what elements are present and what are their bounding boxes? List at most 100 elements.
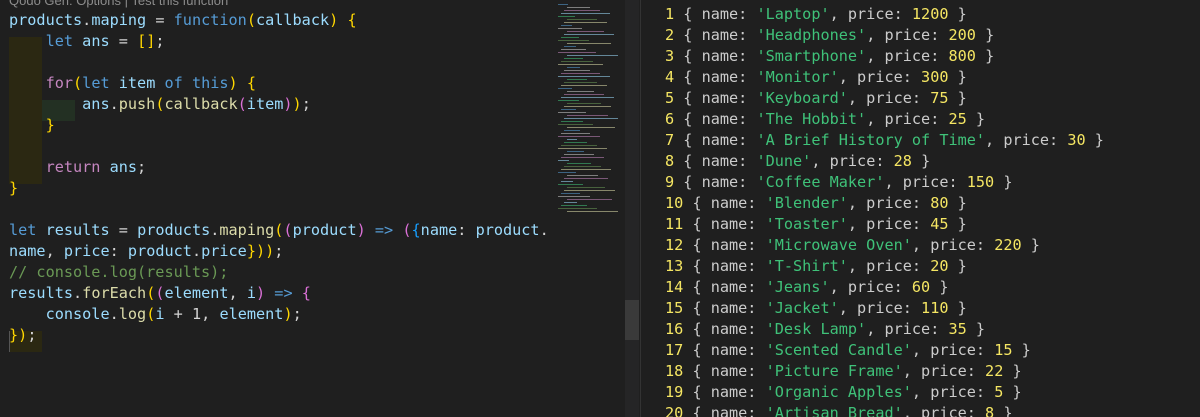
minimap-line <box>564 10 600 11</box>
code-line[interactable]: results.forEach((element, i) => { <box>9 283 311 304</box>
line-index: 3 <box>665 47 675 65</box>
terminal-line: 5 { name: 'Keyboard', price: 75 } <box>665 89 967 107</box>
code-line[interactable]: return ans; <box>9 157 147 178</box>
item-name: 'Jacket' <box>765 299 839 317</box>
minimap-line <box>564 130 580 131</box>
line-index: 8 <box>665 152 675 170</box>
terminal-line: 19 { name: 'Organic Apples', price: 5 } <box>665 383 1022 401</box>
terminal-line: 15 { name: 'Jacket', price: 110 } <box>665 299 967 317</box>
terminal-line: 6 { name: 'The Hobbit', price: 25 } <box>665 110 986 128</box>
minimap-line <box>567 139 577 140</box>
line-index: 5 <box>665 89 675 107</box>
item-price: 30 <box>1067 131 1086 149</box>
minimap-line <box>558 4 568 5</box>
item-name: 'Scented Candle' <box>765 341 912 359</box>
minimap[interactable] <box>558 0 620 417</box>
minimap-line <box>558 172 576 173</box>
item-name: 'Dune' <box>756 152 812 170</box>
minimap-line <box>567 43 611 44</box>
minimap-line <box>564 46 576 47</box>
item-price: 300 <box>921 68 949 86</box>
code-editor[interactable]: Qodo Gen: Options | Test this function p… <box>0 0 555 417</box>
terminal-line: 10 { name: 'Blender', price: 80 } <box>665 194 967 212</box>
code-line[interactable]: }); <box>9 325 36 346</box>
terminal-line: 4 { name: 'Monitor', price: 300 } <box>665 68 967 86</box>
minimap-line <box>561 169 611 170</box>
item-price: 45 <box>930 215 949 233</box>
code-line[interactable]: let results = products.maping((product) … <box>9 220 549 241</box>
item-name: 'Monitor' <box>756 68 839 86</box>
code-line[interactable]: console.log(i + 1, element); <box>9 304 302 325</box>
terminal-line: 20 { name: 'Artisan Bread', price: 8 } <box>665 403 1013 417</box>
minimap-line <box>564 82 597 83</box>
minimap-line <box>561 145 597 146</box>
minimap-line <box>564 58 583 59</box>
terminal-line: 14 { name: 'Jeans', price: 60 } <box>665 278 949 296</box>
minimap-line <box>564 70 590 71</box>
minimap-line <box>561 61 593 62</box>
line-index: 12 <box>665 236 684 254</box>
line-index: 20 <box>665 404 684 417</box>
item-name: 'Coffee Maker' <box>756 173 885 191</box>
item-name: 'Headphones' <box>756 26 867 44</box>
minimap-line <box>561 25 572 26</box>
item-name: 'Toaster' <box>765 215 848 233</box>
item-price: 8 <box>985 404 995 417</box>
minimap-line <box>558 124 593 125</box>
minimap-line <box>558 148 607 149</box>
code-line[interactable]: let ans = []; <box>9 31 165 52</box>
minimap-line <box>558 100 579 101</box>
item-price: 1200 <box>911 5 949 23</box>
scrollbar-thumb[interactable] <box>625 300 639 340</box>
item-name: 'Desk Lamp' <box>765 320 867 338</box>
line-index: 18 <box>665 362 684 380</box>
minimap-line <box>558 28 582 29</box>
item-price: 75 <box>930 89 949 107</box>
item-name: 'Laptop' <box>756 5 830 23</box>
item-price: 22 <box>985 362 1004 380</box>
minimap-line <box>558 16 575 17</box>
minimap-line <box>561 37 579 38</box>
code-line[interactable]: // console.log(results); <box>9 262 228 283</box>
minimap-line <box>561 133 590 134</box>
minimap-line <box>561 205 587 206</box>
minimap-line <box>567 19 597 20</box>
item-price: 80 <box>930 194 949 212</box>
line-index: 10 <box>665 194 684 212</box>
line-index: 19 <box>665 383 684 401</box>
minimap-line <box>564 178 608 179</box>
code-line[interactable]: products.maping = function(callback) { <box>9 10 357 31</box>
minimap-line <box>564 166 601 167</box>
code-line[interactable]: ans.push(callback(item)); <box>9 94 311 115</box>
item-name: 'The Hobbit' <box>756 110 867 128</box>
line-index: 14 <box>665 278 684 296</box>
item-name: 'T-Shirt' <box>765 257 848 275</box>
minimap-line <box>558 76 610 77</box>
code-line[interactable]: } <box>9 115 55 136</box>
item-name: 'A Brief History of Time' <box>756 131 986 149</box>
item-price: 60 <box>911 278 931 296</box>
item-name: 'Smartphone' <box>756 47 867 65</box>
minimap-line <box>567 79 587 80</box>
minimap-line <box>558 40 589 41</box>
minimap-line <box>567 91 594 92</box>
terminal-line: 2 { name: 'Headphones', price: 200 } <box>665 26 995 44</box>
minimap-line <box>558 52 596 53</box>
code-line[interactable]: name, price: product.price})); <box>9 241 283 262</box>
minimap-line <box>558 64 603 65</box>
line-index: 11 <box>665 215 684 233</box>
editor-scrollbar[interactable] <box>625 0 639 417</box>
code-line[interactable]: for(let item of this) { <box>9 73 256 94</box>
minimap-line <box>564 142 587 143</box>
minimap-line <box>567 151 584 152</box>
minimap-line <box>561 97 614 98</box>
minimap-line <box>567 211 618 212</box>
terminal-output[interactable]: 1 { name: 'Laptop', price: 1200 } 2 { nam… <box>641 0 1200 417</box>
minimap-line <box>558 88 572 89</box>
codelens-actions[interactable]: Qodo Gen: Options | Test this function <box>9 0 228 9</box>
code-line[interactable]: } <box>9 178 18 199</box>
item-name: 'Organic Apples' <box>765 383 912 401</box>
terminal-line: 11 { name: 'Toaster', price: 45 } <box>665 215 967 233</box>
line-index: 7 <box>665 131 675 149</box>
item-price: 800 <box>948 47 976 65</box>
